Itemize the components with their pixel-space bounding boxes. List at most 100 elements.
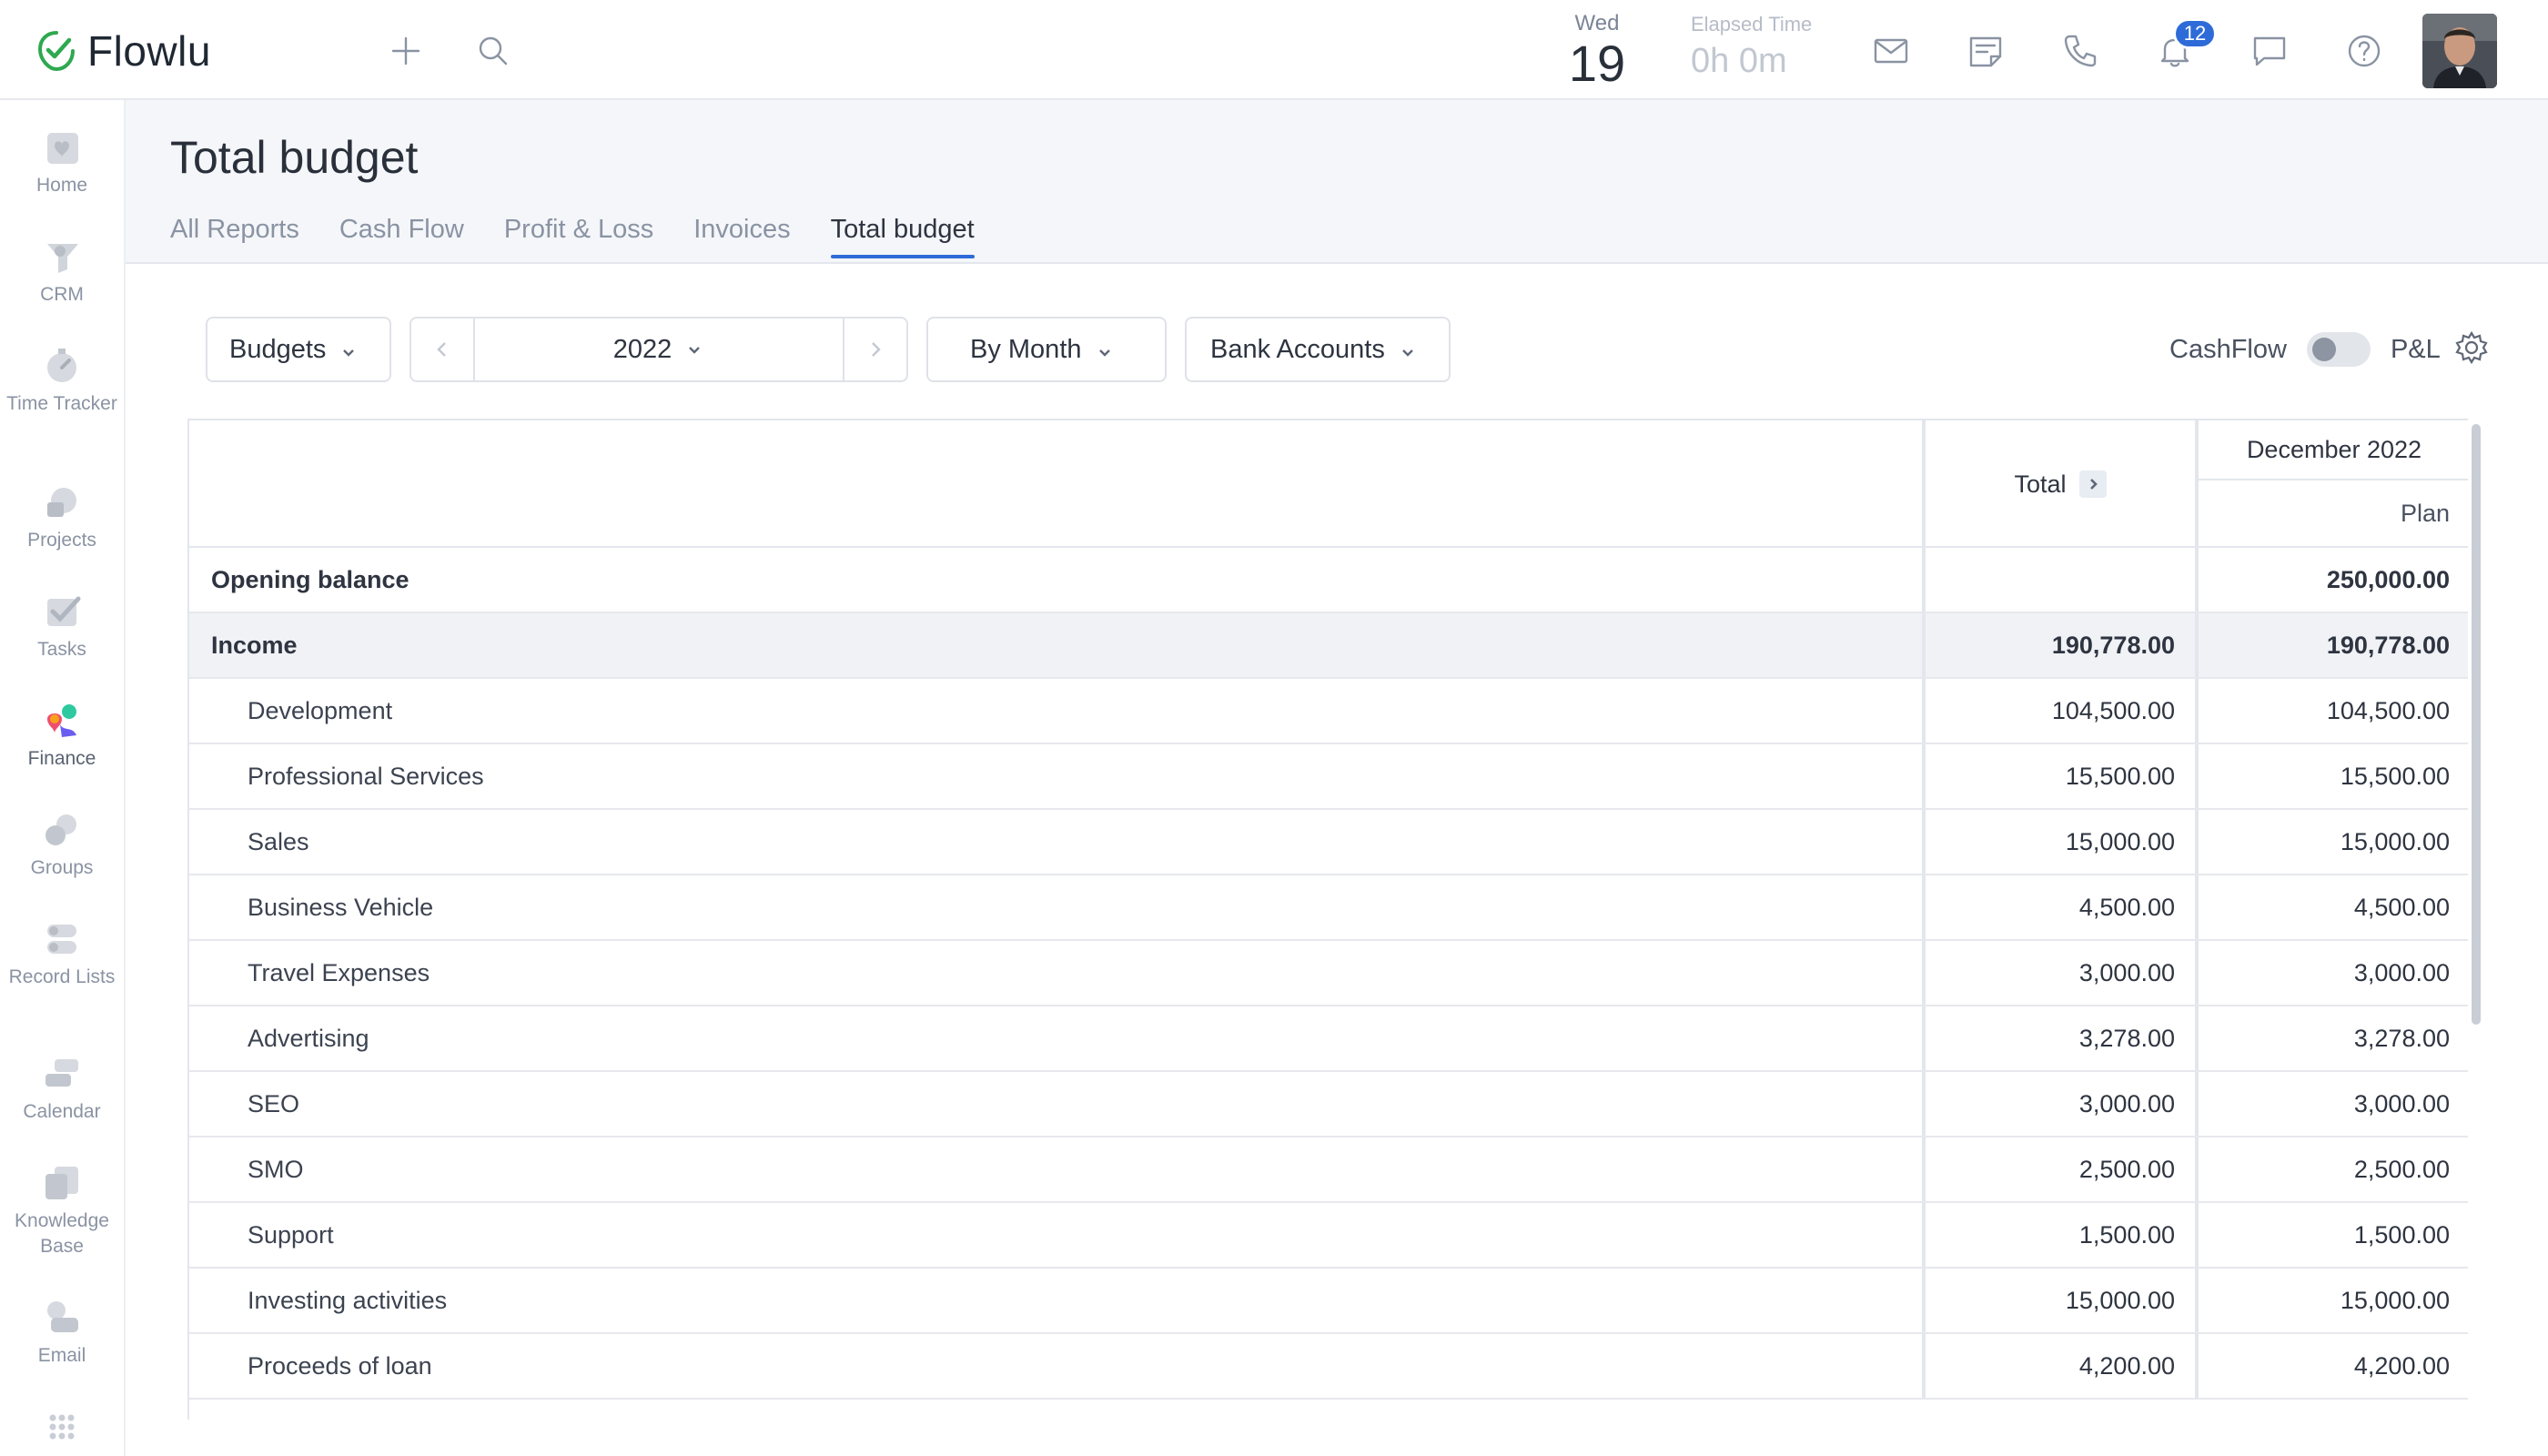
sidebar-item-record-lists[interactable]: Record Lists: [0, 919, 124, 990]
table-row[interactable]: Proceeds of loan 4,200.00 4,200.00: [189, 1334, 2468, 1400]
row-total: 3,000.00: [1922, 1072, 2195, 1136]
app-name: Flowlu: [87, 27, 211, 75]
row-plan: 1,500.00: [2195, 1203, 2468, 1267]
sidebar-item-label: Groups: [30, 857, 94, 878]
sidebar-item-knowledge-base[interactable]: Knowledge Base: [0, 1163, 124, 1259]
row-total: [1922, 548, 2195, 612]
mail-icon[interactable]: [1867, 27, 1915, 75]
sidebar-item-label: Knowledge Base: [15, 1210, 109, 1257]
page-title: Total budget: [170, 132, 419, 183]
notifications-badge[interactable]: 12: [2173, 18, 2217, 49]
chat-icon[interactable]: [2246, 27, 2293, 75]
sidebar-item-tasks[interactable]: Tasks: [0, 592, 124, 662]
tab-cash-flow[interactable]: Cash Flow: [339, 202, 464, 257]
row-plan: 3,278.00: [2195, 1006, 2468, 1070]
row-total: 15,000.00: [1922, 810, 2195, 874]
table-row[interactable]: Sales 15,000.00 15,000.00: [189, 810, 2468, 875]
row-name: Advertising: [248, 1024, 369, 1052]
row-total: 3,000.00: [1922, 941, 2195, 1005]
logo-check-icon: [37, 31, 75, 72]
tasks-icon: [47, 596, 81, 626]
bank-accounts-dropdown-label: Bank Accounts: [1210, 334, 1385, 364]
table-row[interactable]: Travel Expenses 3,000.00 3,000.00: [189, 941, 2468, 1006]
sidebar-item-label: Time Tracker: [6, 393, 117, 414]
table-row[interactable]: Opening balance 250,000.00: [189, 548, 2468, 613]
tab-invoices[interactable]: Invoices: [693, 202, 790, 257]
user-avatar[interactable]: [2422, 14, 2497, 88]
sidebar-item-calendar[interactable]: Calendar: [0, 1054, 124, 1125]
period-dropdown-label: By Month: [970, 334, 1082, 364]
table-body: Opening balance 250,000.00 Income 190,77…: [189, 548, 2468, 1400]
table-row[interactable]: Advertising 3,278.00 3,278.00: [189, 1006, 2468, 1072]
column-month-label: December 2022: [2199, 420, 2468, 480]
search-icon[interactable]: [470, 27, 517, 75]
table-row[interactable]: Investing activities 15,000.00 15,000.00: [189, 1269, 2468, 1334]
cashflow-pl-toggle: CashFlow P&L: [2169, 326, 2441, 373]
help-icon[interactable]: [2341, 27, 2388, 75]
projects-icon: [47, 488, 76, 517]
row-plan: 15,500.00: [2195, 744, 2468, 808]
column-plan-label: Plan: [2400, 499, 2450, 527]
year-dropdown[interactable]: 2022: [477, 318, 841, 380]
period-dropdown[interactable]: By Month: [926, 317, 1167, 382]
sidebar-item-label: Projects: [27, 530, 96, 551]
cashflow-pl-switch[interactable]: [2306, 332, 2371, 367]
current-date: Wed 19: [1567, 11, 1627, 91]
expand-total-button[interactable]: [2078, 470, 2107, 498]
notes-icon[interactable]: [1962, 27, 2009, 75]
sidebar-item-email[interactable]: Email: [0, 1298, 124, 1369]
budgets-dropdown-label: Budgets: [229, 334, 327, 364]
grid-dots-icon: [49, 1414, 75, 1440]
sidebar-item-crm[interactable]: CRM: [0, 237, 124, 308]
tab-all-reports[interactable]: All Reports: [170, 202, 299, 257]
row-plan: 15,000.00: [2195, 810, 2468, 874]
sidebar-item-time-tracker[interactable]: Time Tracker: [0, 346, 124, 417]
report-tabs: All Reports Cash Flow Profit & Loss Invo…: [170, 202, 1015, 262]
chevron-left-icon: [437, 342, 446, 357]
toggle-label-pl: P&L: [2390, 334, 2441, 364]
budget-table: Total December 2022 Plan Opening balance…: [187, 419, 2468, 1420]
sidebar-item-label: Calendar: [23, 1101, 101, 1122]
elapsed-time-label: Elapsed Time: [1691, 13, 1813, 35]
bank-accounts-dropdown[interactable]: Bank Accounts: [1185, 317, 1451, 382]
tab-profit-loss[interactable]: Profit & Loss: [504, 202, 653, 257]
previous-year-button[interactable]: [411, 318, 475, 380]
table-row[interactable]: Income 190,778.00 190,778.00: [189, 613, 2468, 679]
plus-icon[interactable]: [382, 27, 430, 75]
crm-icon: [47, 244, 78, 273]
row-plan: 250,000.00: [2195, 548, 2468, 612]
finance-icon: [47, 704, 76, 737]
phone-icon[interactable]: [2057, 27, 2104, 75]
table-row[interactable]: Professional Services 15,500.00 15,500.0…: [189, 744, 2468, 810]
chevron-right-icon: [872, 342, 881, 357]
sidebar-item-projects[interactable]: Projects: [0, 482, 124, 553]
record-lists-icon: [47, 925, 76, 954]
row-total: 4,200.00: [1922, 1334, 2195, 1398]
table-row[interactable]: Support 1,500.00 1,500.00: [189, 1203, 2468, 1269]
next-year-button[interactable]: [843, 318, 906, 380]
table-row[interactable]: SMO 2,500.00 2,500.00: [189, 1138, 2468, 1203]
sidebar-item-finance[interactable]: Finance: [0, 701, 124, 772]
calendar-icon: [46, 1059, 78, 1087]
row-name: Sales: [248, 827, 309, 855]
tab-total-budget[interactable]: Total budget: [830, 202, 975, 258]
budgets-dropdown[interactable]: Budgets: [206, 317, 391, 382]
table-row[interactable]: Development 104,500.00 104,500.00: [189, 679, 2468, 744]
table-scrollbar[interactable]: [2472, 424, 2481, 1025]
row-name: Business Vehicle: [248, 893, 434, 921]
elapsed-time-value: 0h 0m: [1691, 42, 1787, 80]
column-total-label: Total: [2014, 470, 2067, 498]
row-total: 1,500.00: [1922, 1203, 2195, 1267]
sidebar-item-groups[interactable]: Groups: [0, 810, 124, 881]
elapsed-time[interactable]: Elapsed Time 0h 0m: [1691, 13, 1812, 81]
gear-icon[interactable]: [2453, 329, 2490, 366]
table-row[interactable]: SEO 3,000.00 3,000.00: [189, 1072, 2468, 1138]
table-row[interactable]: Business Vehicle 4,500.00 4,500.00: [189, 875, 2468, 941]
logo[interactable]: Flowlu: [35, 24, 211, 78]
row-total: 2,500.00: [1922, 1138, 2195, 1201]
more-apps-icon[interactable]: [0, 1410, 124, 1451]
date-number: 19: [1568, 35, 1626, 92]
avatar-portrait-icon: [2422, 14, 2497, 88]
sidebar-item-home[interactable]: Home: [0, 127, 124, 198]
date-day: Wed: [1574, 11, 1620, 35]
